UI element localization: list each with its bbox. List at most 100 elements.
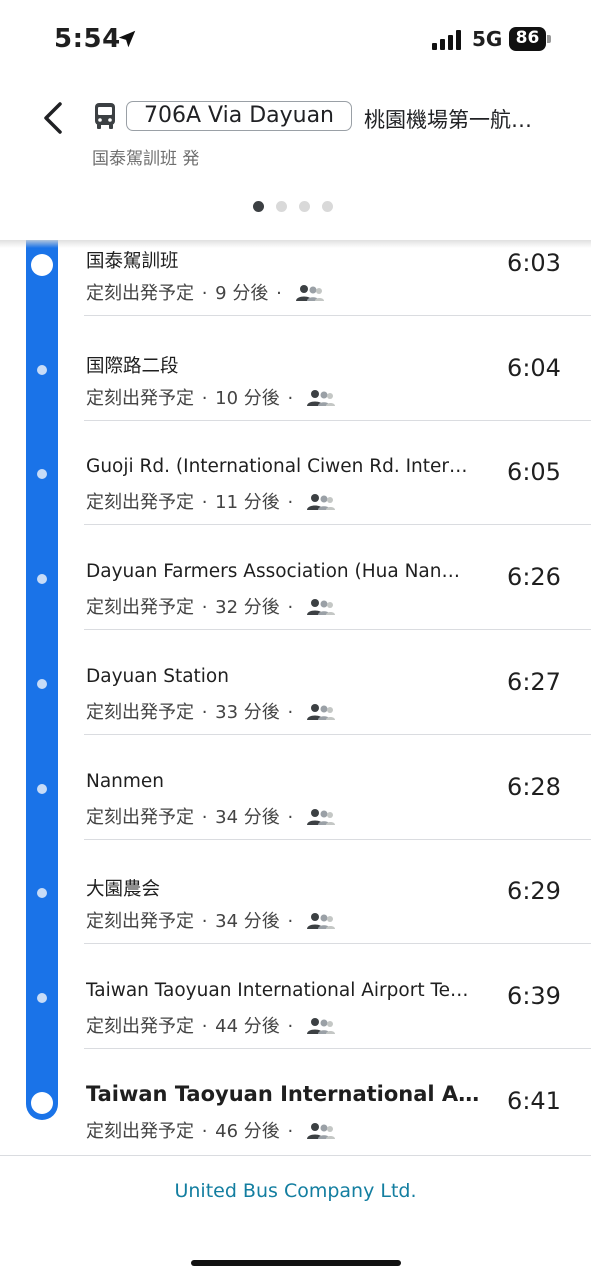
separator: · (281, 1015, 299, 1037)
status-bar: 5:54 5G 86 (0, 0, 591, 78)
separator: · (281, 387, 299, 409)
stop-row[interactable]: 国泰駕訓班定刻出発予定 · 9 分後 · 6:03 (0, 240, 591, 316)
crowd-level-icon (306, 1122, 335, 1139)
departure-stop-subtitle: 国泰駕訓班 発 (92, 149, 200, 169)
stop-marker (37, 992, 47, 1003)
stop-schedule-info: 定刻出発予定 · 44 分後 · (86, 1012, 335, 1038)
schedule-status: 定刻出発予定 (86, 492, 194, 514)
schedule-status: 定刻出発予定 (86, 597, 194, 619)
stop-marker (37, 469, 47, 480)
page-dot-2[interactable] (276, 201, 287, 212)
stop-row[interactable]: 国際路二段定刻出発予定 · 10 分後 · 6:04 (0, 317, 591, 421)
separator: · (196, 1015, 214, 1037)
stop-schedule-info: 定刻出発予定 · 33 分後 · (86, 698, 335, 724)
stop-list[interactable]: 国泰駕訓班 定刻出発予定 · 9 分後 · 6:03 国際路二段 定刻出発予定 · 1… (0, 240, 591, 1155)
signal-bars-icon (432, 30, 461, 50)
stop-schedule-info: 定刻出発予定 · 10 分後 · (86, 384, 335, 410)
stop-name: Dayuan Farmers Association (Hua Nan… (86, 561, 460, 583)
stop-name: Guoji Rd. (International Ciwen Rd. Inter… (86, 456, 468, 478)
departure-time: 6:04 (507, 353, 561, 382)
route-header: 706A Via Dayuan 桃園機場第一航… 国泰駕訓班 発 (0, 78, 591, 240)
stop-name: 国泰駕訓班 (86, 251, 179, 272)
separator: · (281, 492, 299, 514)
stop-marker (37, 574, 47, 585)
stop-row[interactable]: 大園農会 定刻出発予定 · 34 分後 · 6:29 (0, 840, 591, 945)
separator: · (281, 597, 299, 619)
stop-row[interactable]: Dayuan Farmers Association (Hua Nan… 定刻出発… (0, 526, 591, 631)
eta-minutes: 10 分後 (215, 387, 280, 409)
departure-time: 6:28 (507, 772, 561, 801)
schedule-status: 定刻出発予定 (86, 1120, 194, 1142)
page-dot-4[interactable] (322, 201, 333, 212)
footer-divider (0, 1155, 591, 1156)
home-indicator[interactable] (191, 1260, 401, 1266)
terminal-stop-marker (31, 1091, 53, 1114)
separator: · (196, 492, 214, 514)
eta-minutes: 44 分後 (215, 1015, 280, 1037)
page-indicator[interactable] (253, 197, 345, 212)
stop-marker (37, 783, 47, 794)
page-dot-3[interactable] (299, 201, 310, 212)
schedule-status: 定刻出発予定 (86, 806, 194, 828)
stop-row[interactable]: Taiwan Taoyuan International Airp… 定刻出発予定… (0, 1050, 591, 1154)
schedule-status: 定刻出発予定 (86, 701, 194, 723)
schedule-status: 定刻出発予定 (86, 387, 194, 409)
departure-time: 6:03 (507, 249, 561, 277)
separator: · (196, 911, 214, 933)
separator: · (270, 283, 288, 304)
network-type: 5G (472, 27, 503, 51)
stop-schedule-info: 定刻出発予定 · 34 分後 · (86, 803, 335, 829)
stop-name: Dayuan Station (86, 665, 229, 687)
transit-route-screen: 5:54 5G 86 706A Via Dayuan 桃園機場第一航… 国泰駕訓… (0, 0, 591, 1280)
crowd-level-icon (306, 913, 335, 930)
eta-minutes: 9 分後 (215, 283, 269, 304)
departure-time: 6:26 (507, 563, 561, 592)
operator-link[interactable]: United Bus Company Ltd. (0, 1180, 591, 1202)
stop-name: Nanmen (86, 770, 165, 792)
header-shadow (0, 240, 591, 248)
stop-schedule-info: 定刻出発予定 · 46 分後 · (86, 1117, 335, 1143)
stop-name: 国際路二段 (86, 355, 179, 377)
separator: · (196, 283, 214, 304)
schedule-status: 定刻出発予定 (86, 1015, 194, 1037)
battery-percent: 86 (515, 28, 540, 48)
eta-minutes: 11 分後 (215, 492, 280, 514)
crowd-level-icon (306, 389, 335, 406)
stop-schedule-info: 定刻出発予定 · 32 分後 · (86, 593, 335, 619)
stop-marker (37, 888, 47, 899)
route-number-chip[interactable]: 706A Via Dayuan (126, 101, 352, 131)
terminal-stop-marker (31, 254, 53, 276)
departure-time: 6:05 (507, 458, 561, 487)
crowd-level-icon (306, 808, 335, 825)
schedule-status: 定刻出発予定 (86, 911, 194, 933)
separator: · (281, 701, 299, 723)
eta-minutes: 33 分後 (215, 701, 280, 723)
stop-row[interactable]: Taiwan Taoyuan International Airport Te…… (0, 945, 591, 1049)
stop-schedule-info: 定刻出発予定 · 34 分後 · (86, 907, 335, 933)
status-time: 5:54 (54, 24, 121, 54)
battery-icon: 86 (509, 27, 551, 51)
schedule-status: 定刻出発予定 (86, 283, 194, 304)
stop-row[interactable]: Dayuan Station 定刻出発予定 · 33 分後 · 6:27 (0, 631, 591, 735)
crowd-level-icon (295, 285, 324, 301)
stop-schedule-info: 定刻出発予定 · 9 分後 · (86, 279, 324, 305)
route-destination: 桃園機場第一航… (364, 108, 532, 132)
eta-minutes: 32 分後 (215, 597, 280, 619)
page-dot-1[interactable] (253, 201, 264, 212)
stop-name: Taiwan Taoyuan International Airp… (86, 1081, 486, 1106)
stop-marker (37, 364, 47, 375)
back-chevron-icon[interactable] (36, 98, 72, 138)
crowd-level-icon (306, 494, 335, 511)
departure-time: 6:27 (507, 667, 561, 696)
separator: · (196, 806, 214, 828)
departure-time: 6:41 (507, 1086, 561, 1115)
separator: · (196, 387, 214, 409)
stop-row[interactable]: Nanmen 定刻出発予定 · 34 分後 · 6:28 (0, 736, 591, 840)
departure-time: 6:39 (507, 981, 561, 1010)
separator: · (196, 701, 214, 723)
stop-name: Taiwan Taoyuan International Airport Te… (86, 979, 469, 1001)
separator: · (281, 911, 299, 933)
eta-minutes: 46 分後 (215, 1120, 280, 1142)
location-arrow-icon (118, 30, 136, 48)
stop-row[interactable]: Guoji Rd. (International Ciwen Rd. Inter… (0, 421, 591, 526)
